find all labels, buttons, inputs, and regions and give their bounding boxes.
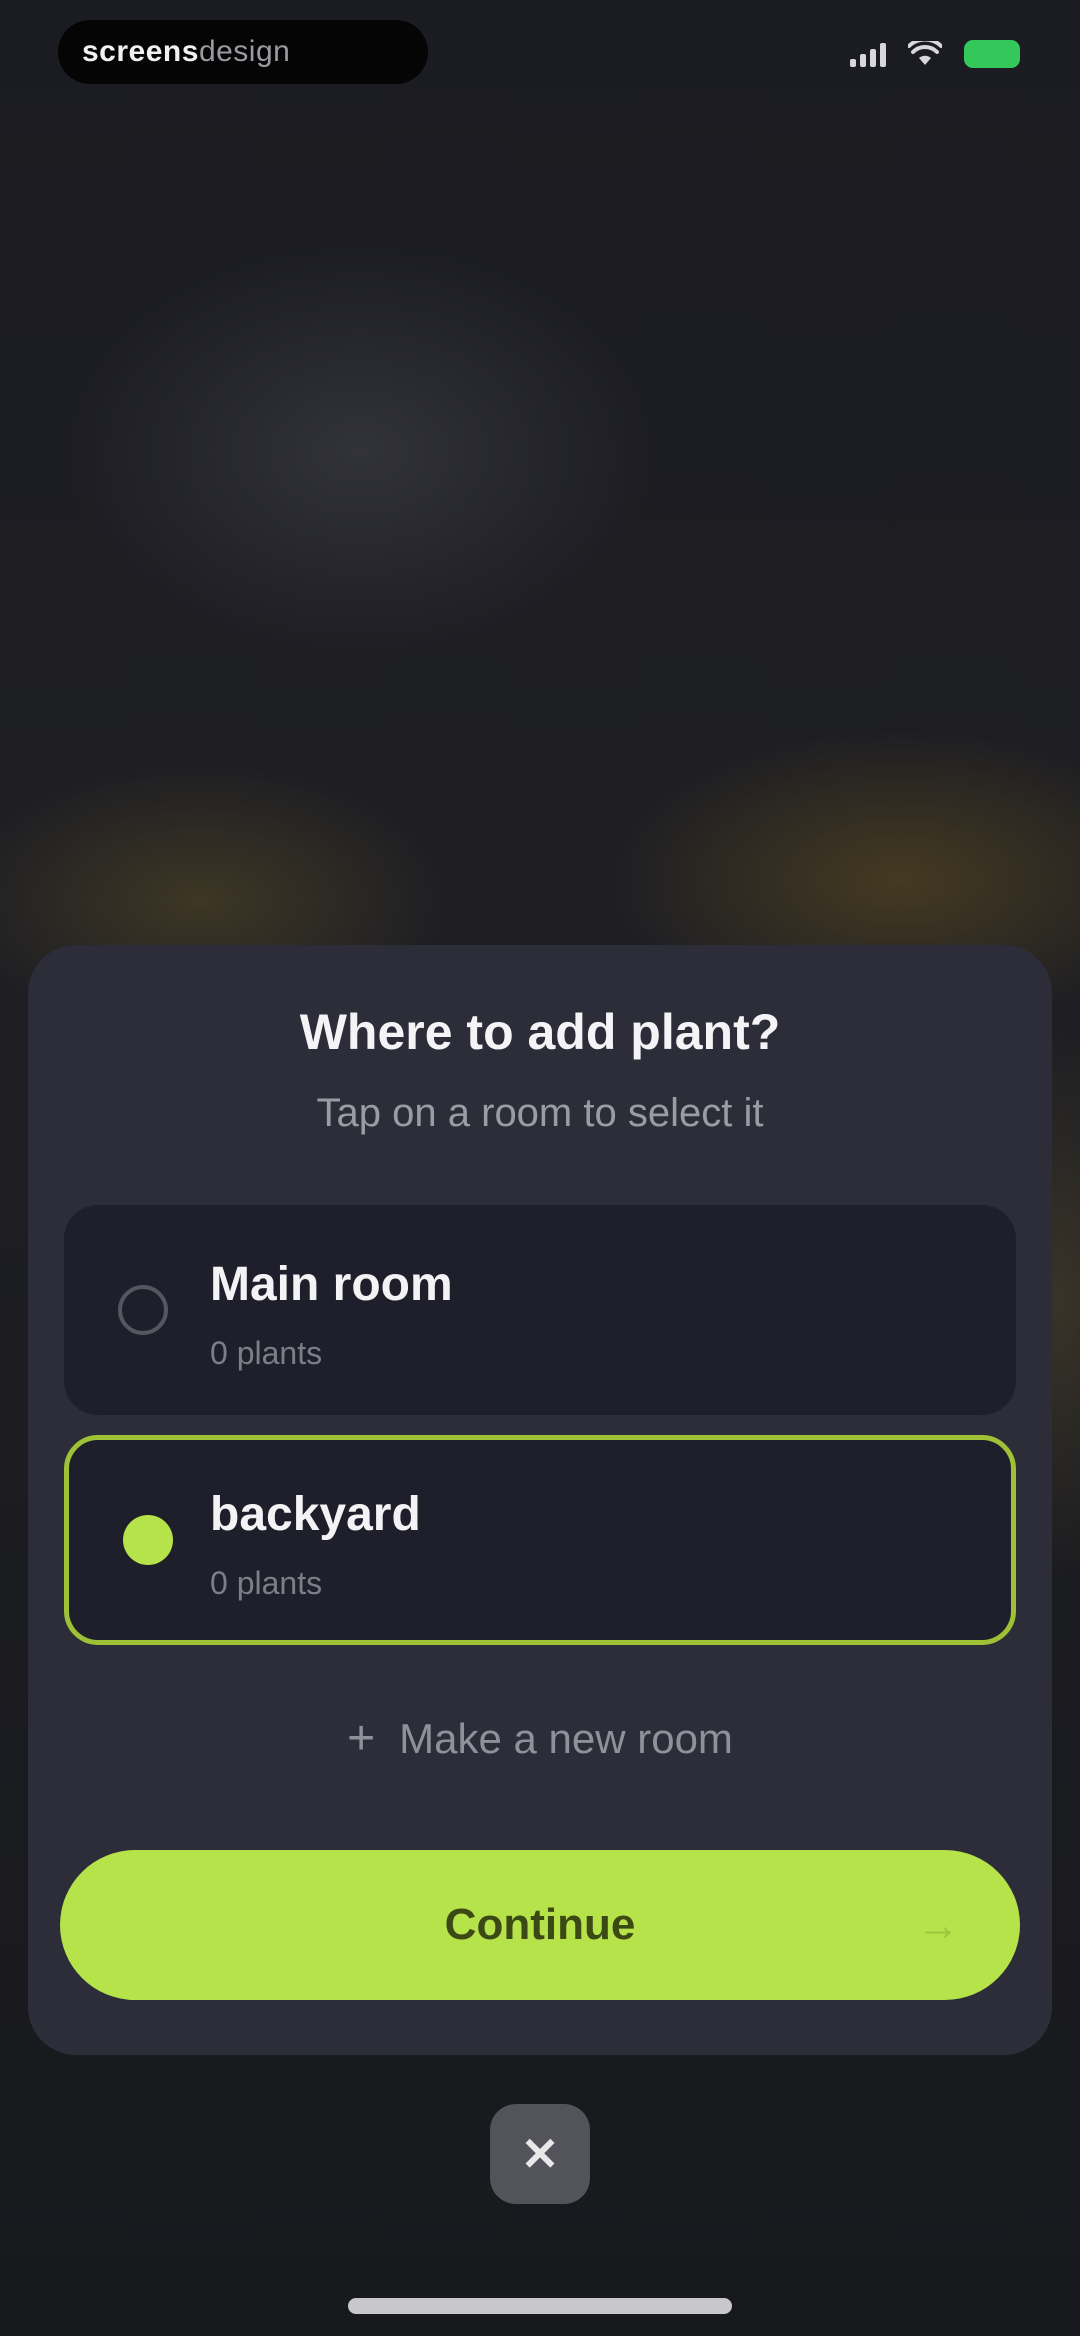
- close-icon: ✕: [520, 2128, 560, 2180]
- room-option-backyard[interactable]: backyard 0 plants: [64, 1435, 1016, 1645]
- signal-icon: [850, 41, 886, 67]
- screen: screens design Where to add plant? Tap o…: [0, 0, 1080, 2336]
- continue-label: Continue: [444, 1900, 636, 1949]
- room-option-main-room[interactable]: Main room 0 plants: [64, 1205, 1016, 1415]
- room-plant-count: 0 plants: [210, 1565, 323, 1601]
- sheet-title: Where to add plant?: [299, 1004, 781, 1060]
- brand-primary: screens: [82, 35, 199, 68]
- brand-secondary: design: [198, 35, 291, 68]
- plus-icon: +: [347, 1712, 376, 1765]
- make-new-room-label: Make a new room: [399, 1715, 733, 1762]
- make-new-room-button[interactable]: + Make a new room: [28, 1715, 1052, 1763]
- add-plant-sheet: Where to add plant? Tap on a room to sel…: [28, 945, 1052, 2055]
- sheet-subtitle: Tap on a room to select it: [316, 1091, 764, 1135]
- room-plant-count: 0 plants: [210, 1335, 323, 1371]
- battery-icon: [964, 40, 1020, 68]
- brand-logo: screens design: [58, 20, 428, 84]
- status-icons: [850, 40, 1020, 68]
- radio-selected-icon[interactable]: [123, 1515, 173, 1565]
- close-button[interactable]: ✕: [490, 2104, 590, 2204]
- room-name: Main room: [210, 1258, 453, 1311]
- wifi-icon: [908, 41, 942, 65]
- home-indicator: [348, 2298, 732, 2314]
- radio-unselected-icon[interactable]: [118, 1285, 168, 1335]
- status-bar: screens design: [0, 0, 1080, 110]
- arrow-right-icon: →: [916, 1901, 960, 1950]
- room-name: backyard: [210, 1488, 421, 1541]
- continue-button[interactable]: Continue →: [60, 1850, 1020, 2000]
